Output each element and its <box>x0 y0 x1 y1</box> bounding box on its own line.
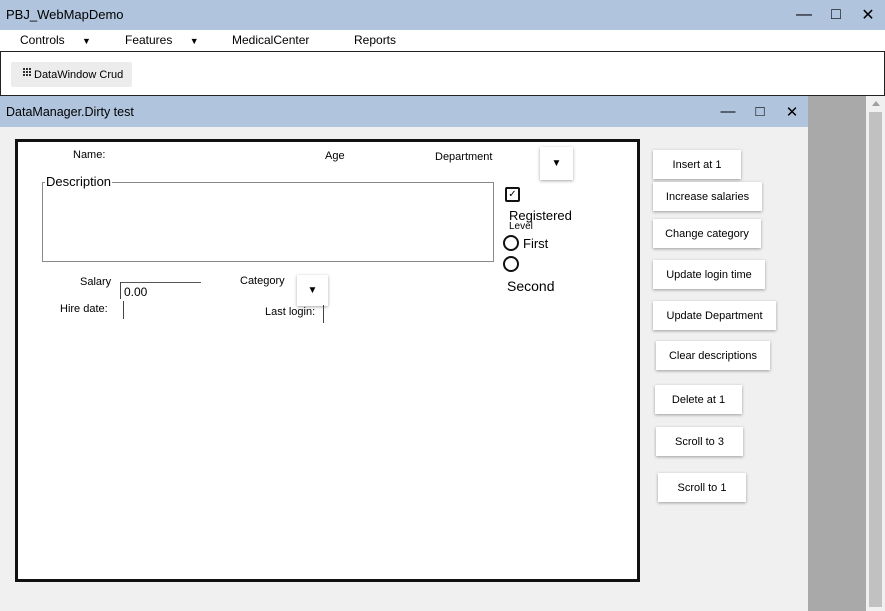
category-dropdown[interactable]: ▼ <box>297 275 328 306</box>
hire-date-label: Hire date: <box>60 303 108 315</box>
vertical-scrollbar[interactable] <box>866 96 885 611</box>
minimize-button[interactable]: — <box>788 0 820 30</box>
app-title-bar: PBJ_WebMapDemo — □ ✕ <box>0 0 885 30</box>
chevron-down-icon: ▼ <box>551 158 562 169</box>
mdi-background <box>808 96 866 611</box>
menu-bar: Controls ▼ Features ▼ MedicalCenter Repo… <box>0 30 885 51</box>
maximize-icon: □ <box>755 103 765 120</box>
category-label: Category <box>240 275 285 287</box>
check-icon: ✓ <box>508 188 517 200</box>
scroll-to-3-button[interactable]: Scroll to 3 <box>656 427 743 456</box>
menu-controls-label: Controls <box>20 33 65 47</box>
datawindow-crud-button[interactable]: DataWindow Crud <box>11 62 133 87</box>
minimize-icon: — <box>796 6 812 23</box>
level-label: Level <box>509 221 533 232</box>
menu-medicalcenter-label: MedicalCenter <box>232 33 310 47</box>
minimize-icon: — <box>720 103 736 120</box>
name-label: Name: <box>73 149 106 161</box>
level-second-radio[interactable] <box>503 256 519 272</box>
child-maximize-button[interactable]: □ <box>744 96 776 127</box>
close-icon: ✕ <box>785 103 799 121</box>
chevron-down-icon: ▼ <box>189 36 199 46</box>
change-category-button[interactable]: Change category <box>653 219 761 248</box>
menu-features-label: Features <box>125 33 173 47</box>
increase-salaries-button[interactable]: Increase salaries <box>653 182 762 211</box>
scroll-up-icon[interactable] <box>872 101 880 106</box>
hire-date-input[interactable] <box>123 301 124 319</box>
child-title-bar: DataManager.Dirty test — □ ✕ <box>0 96 808 127</box>
description-label: Description <box>45 174 113 189</box>
salary-label: Salary <box>80 276 112 288</box>
app-title: PBJ_WebMapDemo <box>6 7 124 22</box>
registered-checkbox[interactable]: ✓ <box>505 187 520 202</box>
level-first-radio[interactable] <box>503 235 519 251</box>
datawindow: Name: Age Department ▼ Description ✓ Reg… <box>15 139 640 582</box>
child-close-button[interactable]: ✕ <box>776 96 808 127</box>
scrollbar-thumb[interactable] <box>869 112 882 607</box>
scroll-to-1-button[interactable]: Scroll to 1 <box>658 473 746 502</box>
close-icon: ✕ <box>861 7 875 24</box>
department-label: Department <box>435 151 493 163</box>
menu-medicalcenter[interactable]: MedicalCenter <box>232 33 309 47</box>
child-window: DataManager.Dirty test — □ ✕ Name: Age D… <box>0 96 808 611</box>
child-minimize-button[interactable]: — <box>712 96 744 127</box>
level-first-label: First <box>523 236 549 251</box>
salary-field-border <box>121 282 201 283</box>
close-button[interactable]: ✕ <box>852 0 884 30</box>
salary-field-edge <box>120 282 121 299</box>
menu-reports[interactable]: Reports <box>354 33 396 47</box>
maximize-button[interactable]: □ <box>820 0 852 30</box>
menu-reports-label: Reports <box>354 33 397 47</box>
maximize-icon: □ <box>831 6 841 23</box>
datawindow-crud-label: DataWindow Crud <box>34 68 124 81</box>
level-second-label: Second <box>507 278 555 294</box>
chevron-down-icon: ▼ <box>82 36 91 46</box>
menu-features[interactable]: Features ▼ <box>125 33 199 47</box>
grid-icon <box>23 67 31 76</box>
description-field[interactable]: Description <box>42 174 494 262</box>
update-login-time-button[interactable]: Update login time <box>653 260 765 289</box>
last-login-label: Last login: <box>265 306 316 318</box>
delete-at-1-button[interactable]: Delete at 1 <box>655 385 742 414</box>
toolbar: DataWindow Crud <box>0 51 885 96</box>
salary-input[interactable]: 0.00 <box>124 285 147 299</box>
age-label: Age <box>325 150 345 162</box>
clear-descriptions-button[interactable]: Clear descriptions <box>656 341 770 370</box>
update-department-button[interactable]: Update Department <box>653 301 776 330</box>
department-dropdown[interactable]: ▼ <box>540 147 573 180</box>
menu-controls[interactable]: Controls ▼ <box>20 33 91 47</box>
insert-at-1-button[interactable]: Insert at 1 <box>653 150 741 179</box>
chevron-down-icon: ▼ <box>307 285 318 296</box>
last-login-input[interactable] <box>323 305 324 323</box>
child-title: DataManager.Dirty test <box>6 105 134 119</box>
